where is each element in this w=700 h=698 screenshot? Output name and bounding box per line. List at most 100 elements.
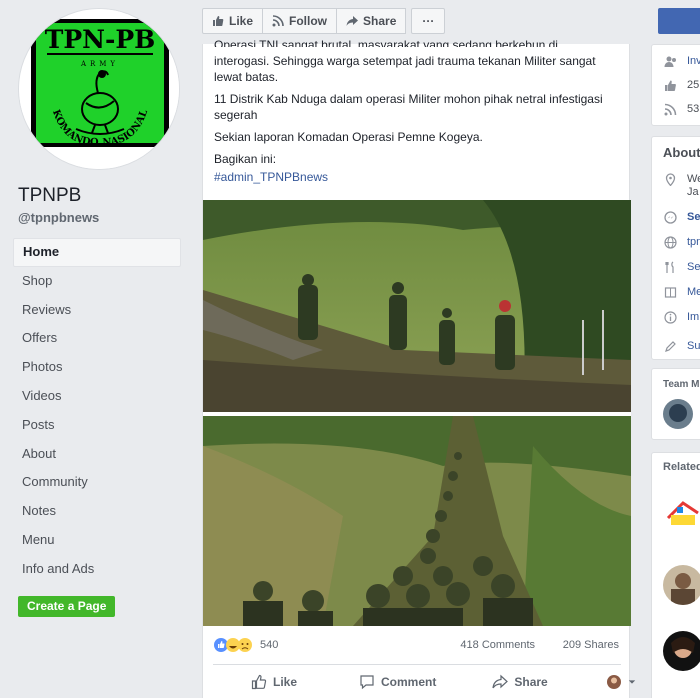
share-page-label: Share	[363, 14, 397, 28]
comment-bubble-icon	[360, 675, 374, 690]
rss-icon	[664, 103, 677, 115]
about-location-text: WeJa	[687, 173, 700, 198]
like-page-label: Like	[229, 14, 254, 28]
about-suggest-text: Su	[687, 340, 700, 352]
create-page-button[interactable]: Create a Page	[18, 596, 116, 617]
team-members-title: Team M	[663, 379, 700, 390]
avatar	[663, 493, 700, 533]
follows-count-text: 53	[687, 103, 700, 115]
about-messenger-text: Se	[687, 211, 700, 223]
fork-knife-icon	[665, 261, 674, 273]
about-info-text: Im	[687, 311, 700, 323]
invite-row[interactable]: Inv	[664, 53, 700, 69]
logo-army-text: ARMY	[80, 60, 119, 68]
soldiers-on-path-image	[203, 200, 631, 412]
menu-book-icon	[664, 286, 677, 298]
comments-count[interactable]: 418 Comments	[460, 639, 535, 651]
reaction-count[interactable]: 540	[260, 639, 278, 651]
post-audience-selector[interactable]	[606, 669, 636, 695]
post-line-2: 11 Distrik Kab Nduga dalam operasi Milit…	[214, 92, 603, 122]
nav-info-and-ads[interactable]: Info and Ads	[13, 555, 181, 584]
follow-page-button[interactable]: Follow	[262, 8, 338, 34]
about-website-text: tpn	[687, 236, 700, 248]
post-photo-1[interactable]	[203, 200, 631, 412]
avatar	[663, 399, 693, 429]
messenger-icon	[664, 210, 677, 224]
likes-count-text: 25	[687, 79, 700, 91]
chevron-down-icon	[628, 680, 635, 684]
share-arrow-icon	[346, 16, 359, 26]
about-menu-row[interactable]: Me	[664, 284, 700, 300]
reaction-icons[interactable]	[213, 637, 257, 653]
shares-count[interactable]: 209 Shares	[563, 639, 619, 651]
rss-icon	[272, 15, 284, 27]
about-info-row[interactable]: Im	[664, 309, 699, 325]
about-messenger-row[interactable]: Se	[664, 209, 700, 225]
pencil-icon	[665, 340, 676, 352]
avatar	[663, 631, 700, 671]
post-hashtag[interactable]: #admin_TPNPBnews	[214, 169, 624, 185]
logo-top-text: TPN-PB	[45, 25, 156, 54]
like-page-button[interactable]: Like	[202, 8, 264, 34]
post-comment-label: Comment	[381, 675, 437, 689]
about-category-row[interactable]: Se	[664, 259, 700, 275]
post-like-button[interactable]: Like	[251, 669, 297, 695]
about-location-row[interactable]: WeJa	[664, 173, 700, 201]
nav-about[interactable]: About	[13, 440, 181, 469]
post-line-1: interogasi. Sehingga warga setempat jadi…	[214, 54, 596, 84]
follows-row: 53	[664, 101, 699, 117]
post-share-button[interactable]: Share	[492, 669, 548, 695]
actions-divider	[213, 664, 621, 665]
nav-reviews[interactable]: Reviews	[13, 296, 181, 325]
page-nav: Home Shop Reviews Offers Photos Videos P…	[13, 238, 181, 584]
related-pages-title: Related	[663, 461, 700, 473]
thumbs-up-icon	[665, 80, 676, 91]
related-page-thumb-2[interactable]	[663, 565, 700, 605]
page-handle[interactable]: @tpnpbnews	[18, 210, 99, 225]
related-pages-card: Related	[651, 452, 700, 698]
haha-reaction-icon	[226, 638, 240, 652]
profile-picture[interactable]: TPN-PB ARMY KOMANDO NASIONAL	[18, 8, 180, 170]
user-avatar-icon	[606, 675, 621, 689]
nav-notes[interactable]: Notes	[13, 497, 181, 526]
sad-reaction-icon	[238, 638, 252, 652]
share-page-button[interactable]: Share	[336, 8, 407, 34]
nav-shop[interactable]: Shop	[13, 267, 181, 296]
people-icon	[664, 56, 676, 67]
primary-action-button[interactable]	[658, 8, 700, 34]
avatar	[663, 565, 700, 605]
left-sidebar: TPN-PB ARMY KOMANDO NASIONAL TPNPB @tpnp…	[0, 0, 191, 698]
team-member-avatar[interactable]	[663, 399, 693, 429]
page-name[interactable]: TPNPB	[18, 185, 81, 207]
post-share-label: Share	[514, 675, 548, 689]
nav-community[interactable]: Community	[13, 468, 181, 497]
post-like-label: Like	[273, 675, 298, 689]
page-action-bar: Like Follow Share ···	[202, 8, 446, 34]
community-card: Inv 25 53	[651, 44, 700, 126]
nav-home[interactable]: Home	[13, 238, 181, 267]
post-card: Operasi TNI sangat brutal, masyarakat ya…	[202, 38, 635, 698]
thumbs-up-icon	[251, 674, 267, 690]
nav-photos[interactable]: Photos	[13, 353, 181, 382]
about-website-row[interactable]: tpn	[664, 234, 700, 250]
follow-page-label: Follow	[289, 14, 328, 28]
likes-row: 25	[664, 77, 699, 93]
tpnpb-logo: TPN-PB ARMY KOMANDO NASIONAL	[19, 9, 179, 169]
about-suggest-row[interactable]: Su	[664, 338, 700, 354]
nav-menu[interactable]: Menu	[13, 526, 181, 555]
related-page-thumb-1[interactable]	[663, 493, 700, 533]
about-card: About WeJa Se tpn Se Me Im Su	[651, 136, 700, 360]
about-title[interactable]: About	[663, 145, 700, 160]
nav-videos[interactable]: Videos	[13, 382, 181, 411]
nav-posts[interactable]: Posts	[13, 411, 181, 440]
post-comment-button[interactable]: Comment	[359, 669, 436, 695]
related-page-thumb-3[interactable]	[663, 631, 700, 671]
invite-text: Inv	[687, 55, 700, 67]
post-photo-2[interactable]	[203, 416, 631, 626]
location-pin-icon	[665, 173, 676, 186]
post-line-partial: Operasi TNI sangat brutal, masyarakat ya…	[214, 38, 558, 47]
team-members-card: Team M	[651, 368, 700, 440]
nav-offers[interactable]: Offers	[13, 324, 181, 353]
more-options-button[interactable]: ···	[411, 8, 446, 34]
post-actions: Like Comment Share	[213, 669, 635, 695]
